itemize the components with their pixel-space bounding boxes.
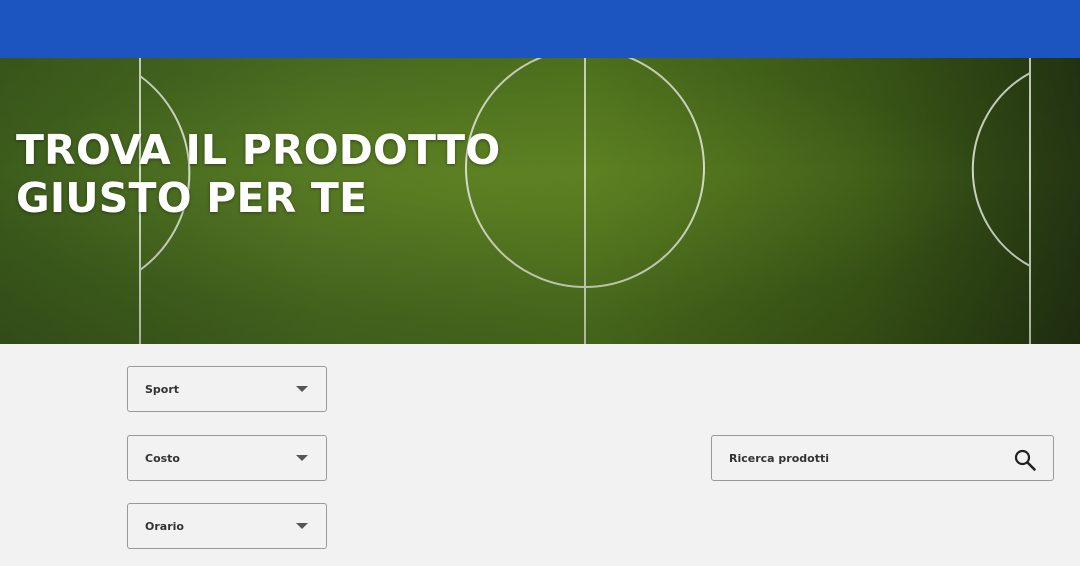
search-icon[interactable]: [1013, 448, 1037, 472]
top-nav-bar: [0, 0, 1080, 58]
sport-filter-label: Sport: [145, 382, 180, 396]
time-filter-label: Orario: [145, 519, 184, 533]
chevron-down-icon: [296, 455, 308, 461]
hero-banner: TROVA IL PRODOTTO GIUSTO PER TE: [0, 58, 1080, 344]
sport-filter-select[interactable]: Sport: [127, 366, 327, 412]
chevron-down-icon: [296, 523, 308, 529]
cost-filter-label: Costo: [145, 451, 180, 465]
hero-title-line-1: TROVA IL PRODOTTO: [16, 126, 501, 174]
product-search-box[interactable]: [711, 435, 1054, 481]
hero-title: TROVA IL PRODOTTO GIUSTO PER TE: [16, 126, 616, 222]
time-filter-select[interactable]: Orario: [127, 503, 327, 549]
hero-title-line-2: GIUSTO PER TE: [16, 174, 368, 222]
chevron-down-icon: [296, 386, 308, 392]
product-search-input[interactable]: [712, 436, 992, 480]
cost-filter-select[interactable]: Costo: [127, 435, 327, 481]
